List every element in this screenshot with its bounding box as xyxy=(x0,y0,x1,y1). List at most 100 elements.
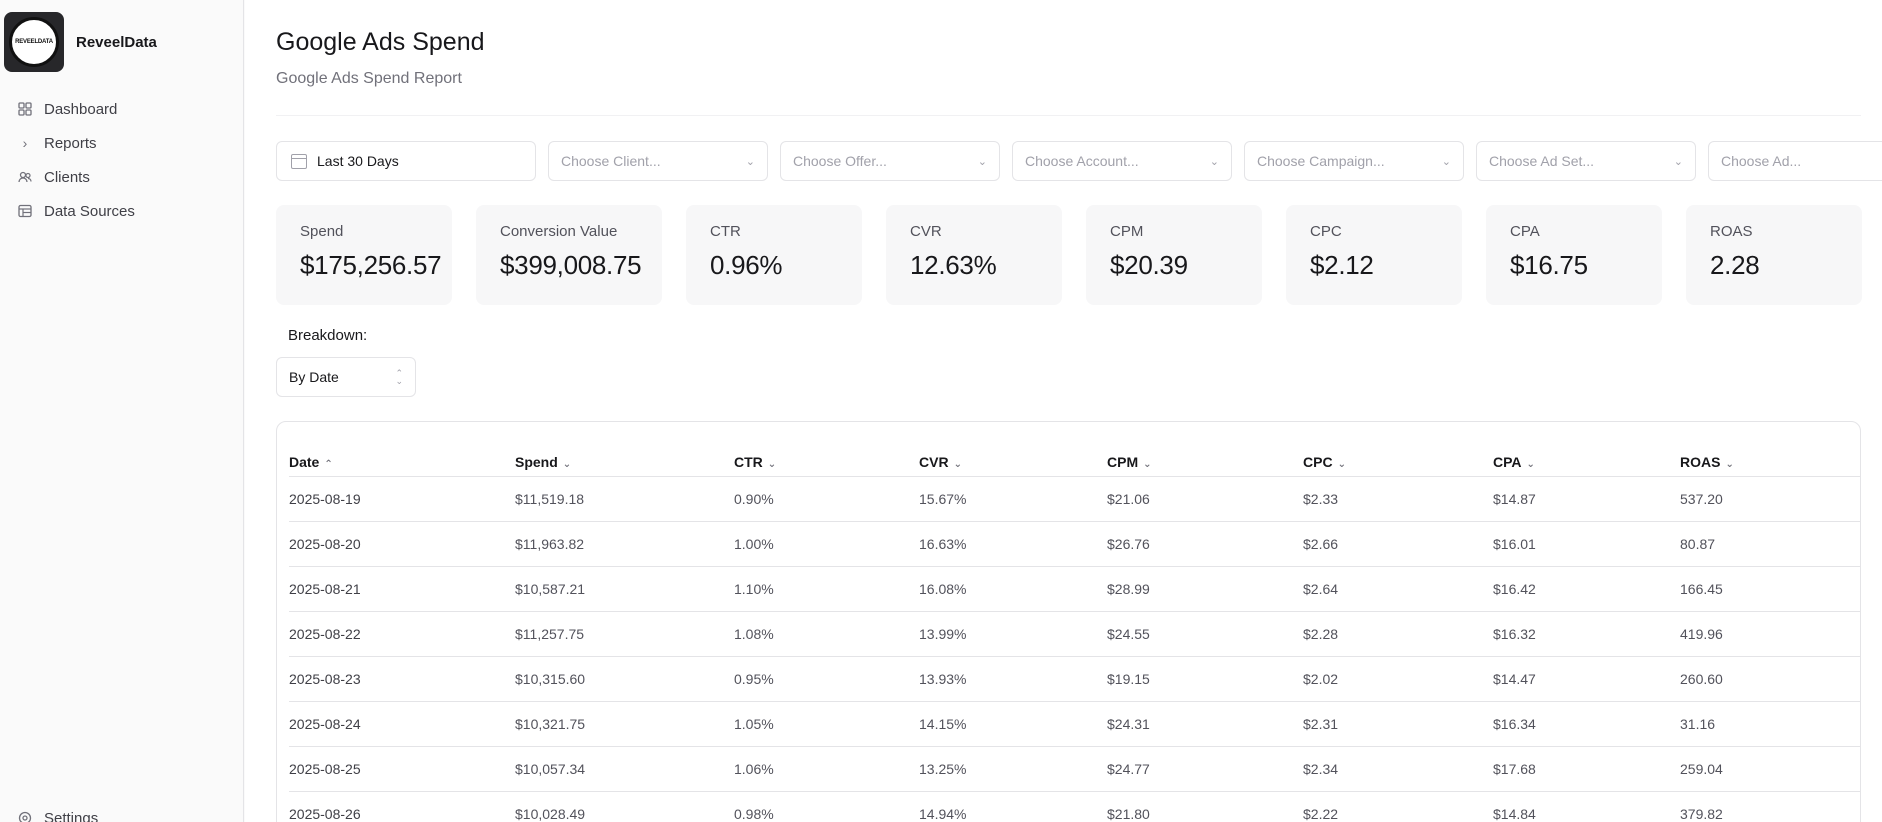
table-row[interactable]: 2025-08-22 $11,257.75 1.08% 13.99% $24.55 $2.… xyxy=(289,611,1860,657)
table-cell-date: 2025-08-22 xyxy=(289,611,515,657)
table-cell-cpc: $2.02 xyxy=(1303,656,1493,702)
table-row[interactable]: 2025-08-25 $10,057.34 1.06% 13.25% $24.77 $2.… xyxy=(289,746,1860,792)
table-cell-ctr: 0.95% xyxy=(734,656,919,702)
table-cell-cvr: 14.94% xyxy=(919,791,1107,822)
column-header-cpc[interactable]: CPC ⌄ xyxy=(1303,434,1493,477)
campaign-select-placeholder: Choose Campaign... xyxy=(1257,153,1385,169)
logo-text: REVEELDATA xyxy=(15,39,53,45)
stat-card-cpc: CPC $2.12 xyxy=(1286,205,1462,305)
stat-card-cpm: CPM $20.39 xyxy=(1086,205,1262,305)
table-cell-spend: $10,321.75 xyxy=(515,701,734,747)
table-cell-date: 2025-08-21 xyxy=(289,566,515,612)
table-row[interactable]: 2025-08-23 $10,315.60 0.95% 13.93% $19.15 $2.… xyxy=(289,656,1860,702)
stats-row: Spend $175,256.57 Conversion Value $399,… xyxy=(276,205,1862,305)
brand[interactable]: REVEELDATA ReveelData xyxy=(4,12,157,72)
client-select-placeholder: Choose Client... xyxy=(561,153,661,169)
table-cell-cvr: 14.15% xyxy=(919,701,1107,747)
table-row[interactable]: 2025-08-19 $11,519.18 0.90% 15.67% $21.06 $2.… xyxy=(289,476,1860,522)
sidebar-item-label: Data Sources xyxy=(44,202,135,220)
sidebar: REVEELDATA ReveelData Dashboard › Report… xyxy=(0,0,244,822)
table-cell-cvr: 16.08% xyxy=(919,566,1107,612)
stat-value: 2.28 xyxy=(1710,250,1760,280)
table-cell-ctr: 1.08% xyxy=(734,611,919,657)
column-header-spend[interactable]: Spend ⌄ xyxy=(515,434,734,477)
sidebar-item-dashboard[interactable]: Dashboard xyxy=(0,92,243,126)
stat-label: Conversion Value xyxy=(500,223,618,240)
table-cell-roas: 419.96 xyxy=(1680,611,1860,657)
table-cell-spend: $10,315.60 xyxy=(515,656,734,702)
column-header-cvr[interactable]: CVR ⌄ xyxy=(919,434,1107,477)
table-cell-cpc: $2.34 xyxy=(1303,746,1493,792)
column-header-cpa[interactable]: CPA ⌄ xyxy=(1493,434,1680,477)
chevron-down-icon: ⌄ xyxy=(562,458,572,470)
table-row[interactable]: 2025-08-26 $10,028.49 0.98% 14.94% $21.80 $2.… xyxy=(289,791,1860,822)
chevron-updown-icon: ⌃ ⌄ xyxy=(395,368,403,386)
offer-select[interactable]: Choose Offer... ⌄ xyxy=(780,141,1000,181)
date-range-picker[interactable]: Last 30 Days xyxy=(276,141,536,181)
stat-label: CPM xyxy=(1110,223,1144,240)
table-cell-roas: 166.45 xyxy=(1680,566,1860,612)
campaign-select[interactable]: Choose Campaign... ⌄ xyxy=(1244,141,1464,181)
account-select[interactable]: Choose Account... ⌄ xyxy=(1012,141,1232,181)
table-row[interactable]: 2025-08-21 $10,587.21 1.10% 16.08% $28.99 $2.… xyxy=(289,566,1860,612)
breakdown-select-value: By Date xyxy=(289,369,339,385)
chevron-down-icon: ⌄ xyxy=(977,155,987,168)
users-icon xyxy=(18,170,32,184)
column-header-date[interactable]: Date ⌃ xyxy=(289,434,515,477)
table-cell-cpc: $2.66 xyxy=(1303,521,1493,567)
breakdown-select[interactable]: By Date ⌃ ⌄ xyxy=(276,357,416,397)
table-cell-cpa: $14.84 xyxy=(1493,791,1680,822)
sidebar-nav: Dashboard › Reports Clients Data Sources xyxy=(0,92,243,228)
stat-value: $2.12 xyxy=(1310,250,1374,280)
table-header-row: Date ⌃ Spend ⌄ CTR ⌄ CVR ⌄ CPM ⌄ CPC ⌄ CPA ⌄ RO… xyxy=(289,434,1860,477)
sidebar-item-label: Reports xyxy=(44,134,97,152)
database-icon xyxy=(18,204,32,218)
column-header-cpm[interactable]: CPM ⌄ xyxy=(1107,434,1303,477)
chevron-down-icon: ⌄ xyxy=(767,458,777,470)
table-cell-cpm: $24.55 xyxy=(1107,611,1303,657)
sidebar-item-reports[interactable]: › Reports xyxy=(0,126,243,160)
chevron-down-icon: ⌄ xyxy=(1143,458,1152,470)
sidebar-item-label: Clients xyxy=(44,168,90,186)
table-cell-cpm: $21.06 xyxy=(1107,476,1303,522)
column-header-roas[interactable]: ROAS ⌄ xyxy=(1680,434,1860,477)
chevron-down-icon: ⌄ xyxy=(953,458,962,470)
sidebar-item-settings[interactable]: Settings xyxy=(0,806,98,822)
chevron-down-icon: ⌄ xyxy=(1725,458,1734,470)
chevron-down-icon: ⌄ xyxy=(745,155,755,168)
ad-set-select[interactable]: Choose Ad Set... ⌄ xyxy=(1476,141,1696,181)
stat-value: $20.39 xyxy=(1110,250,1188,280)
column-header-ctr[interactable]: CTR ⌄ xyxy=(734,434,919,477)
client-select[interactable]: Choose Client... ⌄ xyxy=(548,141,768,181)
table-cell-spend: $10,587.21 xyxy=(515,566,734,612)
stat-card-roas: ROAS 2.28 xyxy=(1686,205,1862,305)
table-cell-spend: $10,057.34 xyxy=(515,746,734,792)
stat-label: CVR xyxy=(910,223,942,240)
stat-card-ctr: CTR 0.96% xyxy=(686,205,862,305)
table-cell-date: 2025-08-23 xyxy=(289,656,515,702)
chevron-down-icon: ⌄ xyxy=(1526,458,1535,470)
sidebar-item-clients[interactable]: Clients xyxy=(0,160,243,194)
table-cell-cpa: $16.42 xyxy=(1493,566,1680,612)
table-cell-spend: $10,028.49 xyxy=(515,791,734,822)
table-cell-cvr: 13.93% xyxy=(919,656,1107,702)
gear-icon xyxy=(18,811,32,822)
table-cell-cpc: $2.31 xyxy=(1303,701,1493,747)
offer-select-placeholder: Choose Offer... xyxy=(793,153,887,169)
stat-value: 0.96% xyxy=(710,250,783,280)
table-cell-roas: 31.16 xyxy=(1680,701,1860,747)
table-body: 2025-08-19 $11,519.18 0.90% 15.67% $21.06 $2.… xyxy=(289,476,1860,822)
table-row[interactable]: 2025-08-20 $11,963.82 1.00% 16.63% $26.76 $2.… xyxy=(289,521,1860,567)
table-cell-roas: 537.20 xyxy=(1680,476,1860,522)
ad-select[interactable]: Choose Ad... ⌄ xyxy=(1708,141,1882,181)
table-cell-cpa: $16.34 xyxy=(1493,701,1680,747)
stat-label: CPC xyxy=(1310,223,1342,240)
table-cell-cpc: $2.64 xyxy=(1303,566,1493,612)
table-cell-roas: 260.60 xyxy=(1680,656,1860,702)
chevron-down-icon: ⌄ xyxy=(1209,155,1219,168)
chevron-right-icon: › xyxy=(22,135,28,151)
table-cell-date: 2025-08-25 xyxy=(289,746,515,792)
table-row[interactable]: 2025-08-24 $10,321.75 1.05% 14.15% $24.31 $2.… xyxy=(289,701,1860,747)
main-content: Google Ads Spend Google Ads Spend Report… xyxy=(245,0,1882,822)
sidebar-item-data-sources[interactable]: Data Sources xyxy=(0,194,243,228)
